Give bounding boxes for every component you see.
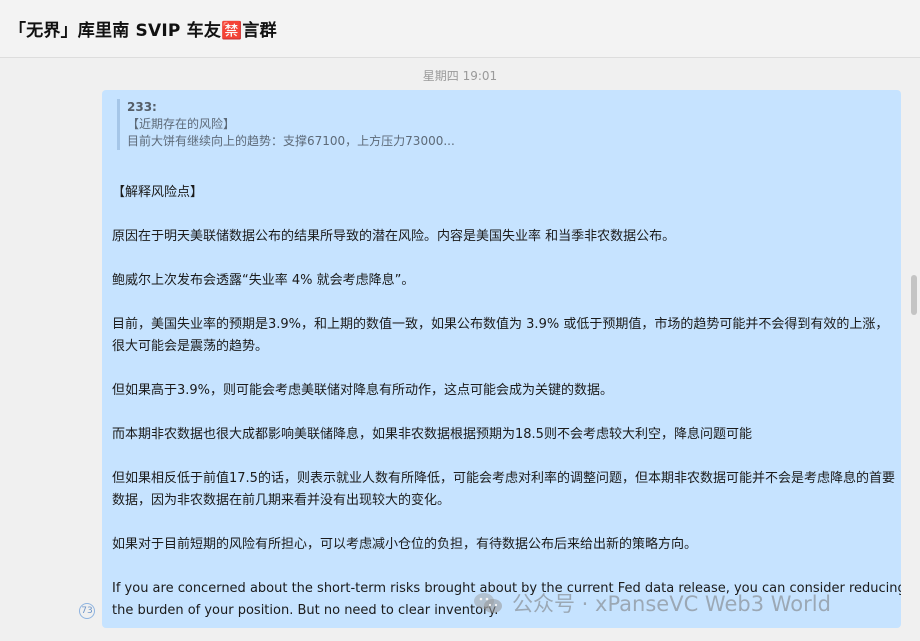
scrollbar-thumb[interactable] <box>911 275 917 315</box>
quoted-message[interactable]: 233: 【近期存在的风险】 目前大饼有继续向上的趋势：支撑67100，上方压力… <box>117 99 477 150</box>
message-bubble[interactable]: 233: 【近期存在的风险】 目前大饼有继续向上的趋势：支撑67100，上方压力… <box>102 90 901 628</box>
message-timestamp: 星期四 19:01 <box>422 69 498 83</box>
quote-author: 233: <box>127 100 157 114</box>
chat-header: 「无界」库里南 SVIP 车友🈲言群 <box>0 0 920 58</box>
message-line: 如果对于目前短期的风险有所担心，可以考虑减小仓位的负担，有待数据公布后来给出新的… <box>112 537 698 552</box>
chat-scrollbar[interactable] <box>908 59 920 641</box>
message-line: 数据，因为非农数据在前几期来看并没有出现较大的变化。 <box>112 493 451 508</box>
message-line: 目前，美国失业率的预期是3.9%，和上期的数值一致，如果公布数值为 3.9% 或… <box>112 317 889 332</box>
message-line: 很大可能会是震荡的趋势。 <box>112 339 269 354</box>
message-line: 【解释风险点】 <box>112 185 204 200</box>
watermark: 公众号 · xPanseVC Web3 World <box>472 588 831 618</box>
wechat-icon <box>474 593 502 613</box>
message-line: 而本期非农数据也很大成都影响美联储降息，如果非农数据根据预期为18.5则不会考虑… <box>112 427 752 442</box>
message-line: 原因在于明天美联储数据公布的结果所导致的潜在风险。内容是美国失业率 和当季非农数… <box>112 229 676 244</box>
quote-line: 【近期存在的风险】 <box>127 117 236 131</box>
chat-area[interactable]: 星期四 19:01 73 233: 【近期存在的风险】 目前大饼有继续向上的趋势… <box>0 59 920 641</box>
read-count-badge[interactable]: 73 <box>79 603 95 619</box>
group-title[interactable]: 「无界」库里南 SVIP 车友🈲言群 <box>9 16 277 41</box>
message-line: 但如果相反低于前值17.5的话，则表示就业人数有所降低，可能会考虑对利率的调整问… <box>112 471 895 486</box>
quote-line: 目前大饼有继续向上的趋势：支撑67100，上方压力73000... <box>127 134 455 148</box>
message-line: 鲍威尔上次发布会透露“失业率 4% 就会考虑降息”。 <box>112 273 415 288</box>
watermark-text: 公众号 · xPanseVC Web3 World <box>512 592 831 616</box>
message-line: 但如果高于3.9%，则可能会考虑美联储对降息有所动作，这点可能会成为关键的数据。 <box>112 383 614 398</box>
